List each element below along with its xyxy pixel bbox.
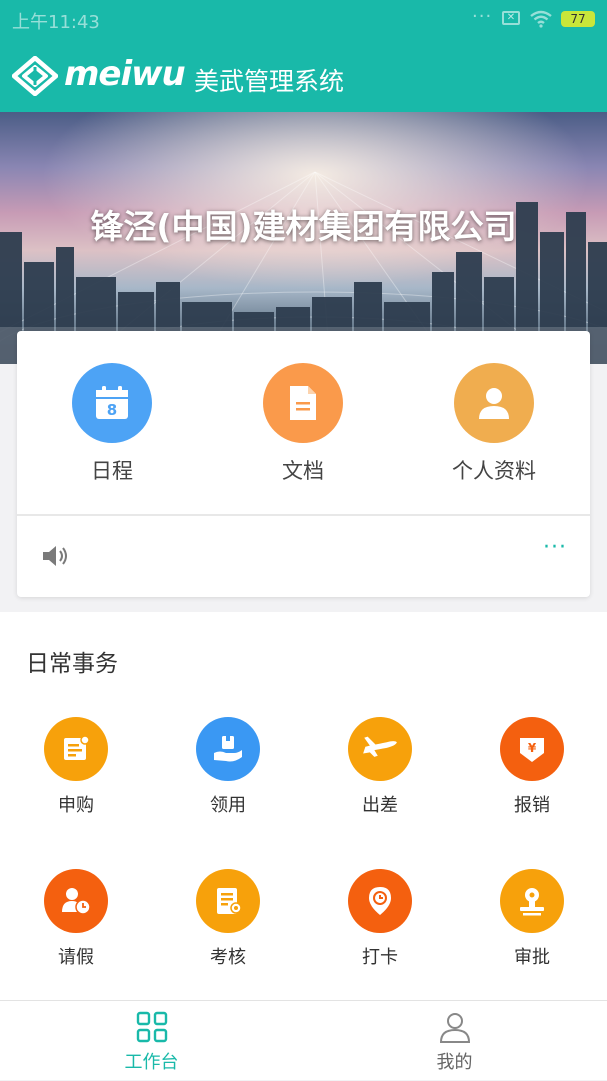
daily-item-label: 请假 [58,947,94,968]
grid-icon [136,1011,167,1043]
daily-item-label: 考核 [210,947,246,968]
user-icon [439,1013,470,1043]
daily-item-label: 审批 [514,947,550,968]
trip-circle [348,717,412,781]
quick-action-label: 个人资料 [452,459,536,483]
receive-item-icon [214,736,242,762]
daily-item-purchase[interactable]: 申购 [0,717,152,817]
receive-circle [196,717,260,781]
quick-actions-card: 8 日程 文档 个人资料 ··· [17,331,590,597]
quick-action-schedule[interactable]: 8 日程 [42,363,182,485]
daily-item-label: 申购 [58,795,94,816]
airplane-icon [363,736,397,757]
tab-mine[interactable]: 我的 [303,1001,606,1081]
quick-action-documents[interactable]: 文档 [233,363,373,485]
purchase-request-icon [64,735,90,760]
quick-action-profile[interactable]: 个人资料 [424,363,564,485]
daily-item-label: 领用 [210,795,246,816]
daily-item-label: 出差 [362,795,398,816]
quick-action-label: 日程 [91,459,133,483]
no-sim-icon: ✕ [502,11,520,25]
leave-circle [44,869,108,933]
bottom-tab-bar: 工作台 我的 [0,1000,607,1080]
speaker-icon [43,546,67,566]
status-dots: ··· [472,6,493,27]
assessment-circle [196,869,260,933]
daily-item-label: 报销 [514,795,550,816]
calendar-icon: 8 [96,386,128,419]
document-icon [290,386,316,420]
battery-icon: 77 [561,11,595,27]
svg-text:¥: ¥ [528,741,537,755]
section-title: 日常事务 [26,651,118,677]
reimbursement-icon: ¥ [520,738,544,762]
more-icon[interactable]: ··· [543,535,567,560]
daily-item-approval[interactable]: 审批 [456,869,607,969]
user-profile-icon [479,388,509,419]
daily-item-clock-in[interactable]: 打卡 [304,869,456,969]
assessment-icon [217,888,242,914]
calendar-day: 8 [107,401,117,419]
meiwu-logo-icon [12,56,58,96]
app-title: 美武管理系统 [194,67,345,96]
wifi-icon [530,10,552,28]
schedule-circle: 8 [72,363,152,443]
daily-item-assessment[interactable]: 考核 [152,869,304,969]
daily-item-business-trip[interactable]: 出差 [304,717,456,817]
documents-circle [263,363,343,443]
purchase-circle [44,717,108,781]
profile-circle [454,363,534,443]
daily-item-label: 打卡 [362,947,398,968]
quick-action-label: 文档 [282,459,324,483]
reimbursement-circle: ¥ [500,717,564,781]
company-name: 锋泾(中国)建材集团有限公司 [90,207,517,246]
card-divider [17,514,590,516]
approval-icon [520,888,544,916]
tab-label: 我的 [436,1052,473,1073]
daily-affairs-section: 日常事务 申购 领用 出差 ¥ 报销 请假 考核 打卡 审批 [0,612,607,1000]
tab-workbench[interactable]: 工作台 [0,1001,303,1081]
status-time: 上午11:43 [12,12,100,33]
daily-item-reimbursement[interactable]: ¥ 报销 [456,717,607,817]
tab-label: 工作台 [124,1052,179,1073]
daily-item-leave[interactable]: 请假 [0,869,152,969]
clock-in-circle [348,869,412,933]
approval-circle [500,869,564,933]
logo-wordmark: meiwu [64,54,186,94]
leave-icon [62,888,91,915]
company-banner: 锋泾(中国)建材集团有限公司 [0,112,607,364]
app-header: meiwu 美武管理系统 [0,40,607,112]
daily-item-receive[interactable]: 领用 [152,717,304,817]
clock-in-icon [369,887,391,915]
status-bar: 上午11:43 ··· ✕ 77 [0,0,607,40]
